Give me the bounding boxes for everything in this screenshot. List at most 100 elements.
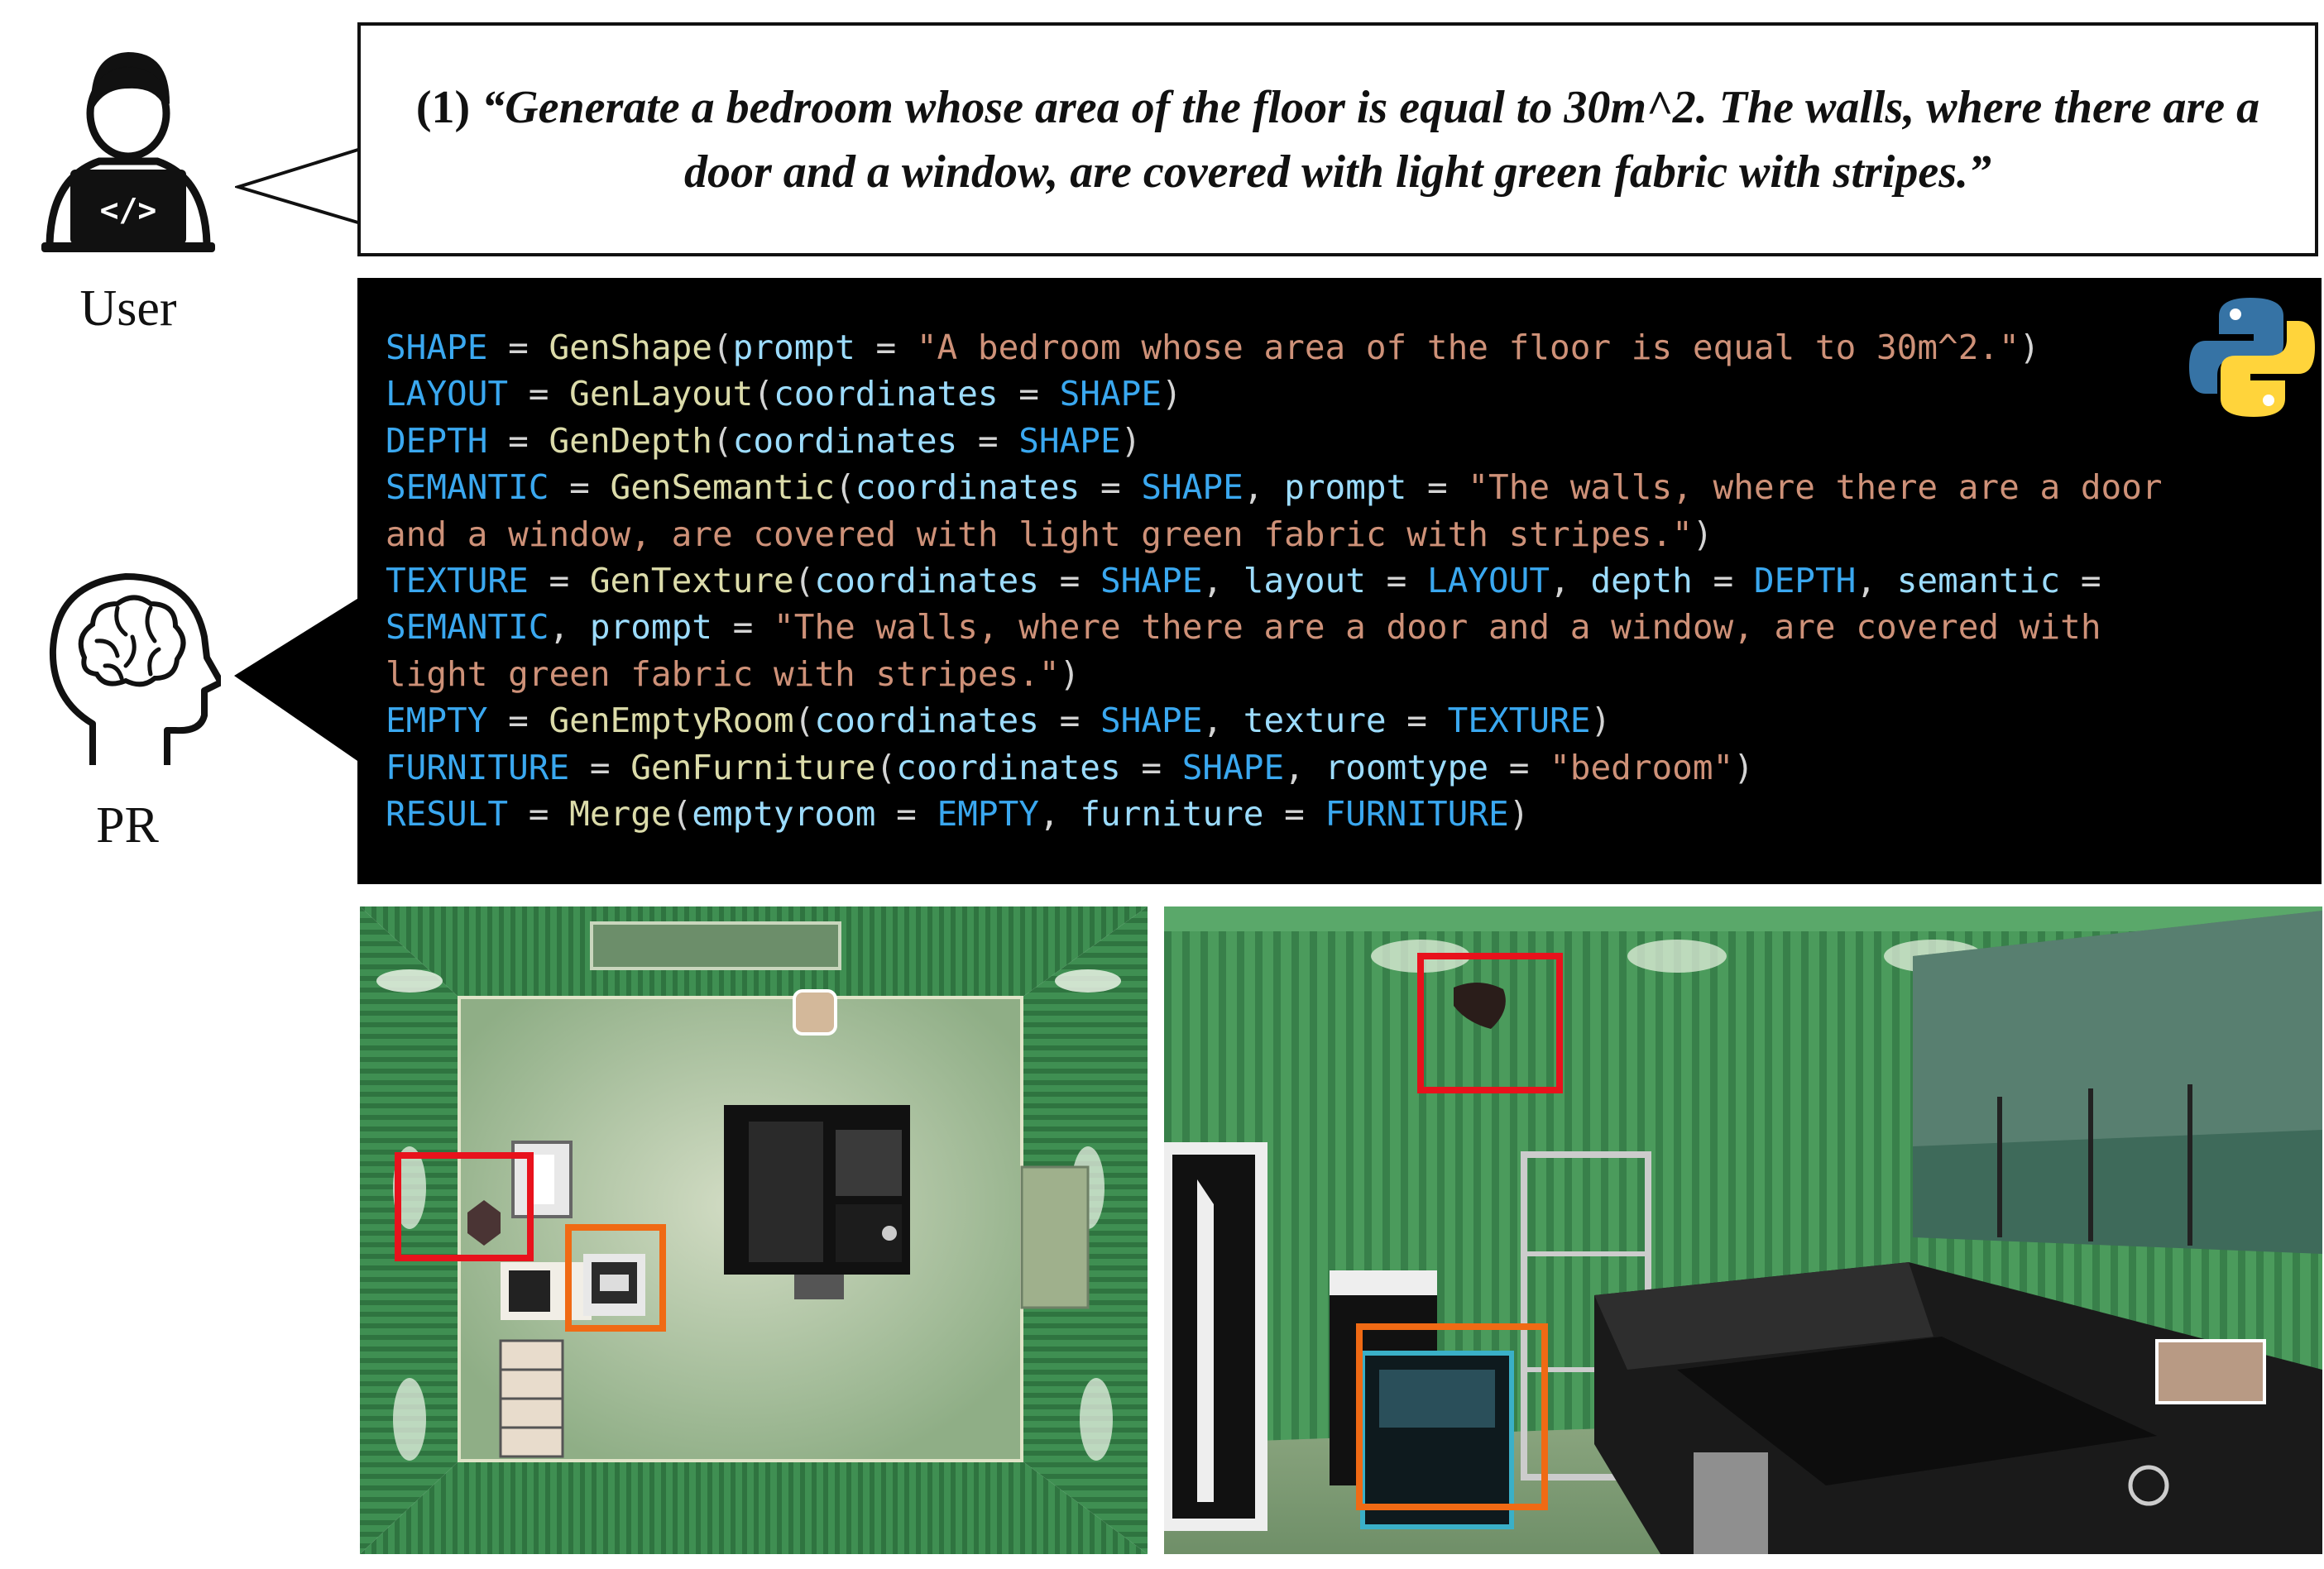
code-token: ) <box>1059 653 1081 694</box>
code-token: Merge <box>569 794 672 835</box>
code-token: = <box>855 328 917 367</box>
code-token: , <box>1856 561 1897 601</box>
code-token: GenFurniture <box>630 747 876 787</box>
code-token: roomtype <box>1325 747 1489 787</box>
code-token: "A bedroom whose area of the floor is eq… <box>916 328 2020 367</box>
code-token: GenLayout <box>569 374 754 414</box>
prompt-text: “Generate a bedroom whose area of the fl… <box>482 81 2260 198</box>
code-token: = <box>1038 561 1100 601</box>
code-token: = <box>712 607 774 648</box>
code-token: ( <box>712 420 733 461</box>
code-token: RESULT <box>386 794 509 835</box>
python-logo-icon <box>2186 291 2318 423</box>
code-token: = <box>549 467 611 508</box>
code-token: = <box>998 374 1060 414</box>
code-token: LAYOUT <box>1426 561 1550 601</box>
highlight-box-orange <box>1356 1323 1548 1510</box>
code-token: semantic <box>1896 561 2061 601</box>
code-token: "bedroom" <box>1550 747 1734 787</box>
code-token: GenEmptyRoom <box>549 701 794 741</box>
pr-bubble-tail <box>234 597 360 763</box>
code-token: = <box>487 328 549 367</box>
code-token: coordinates <box>732 420 958 461</box>
code-token: SEMANTIC <box>386 467 549 508</box>
code-token: = <box>1386 701 1448 741</box>
code-token: ( <box>712 328 733 367</box>
code-token: ) <box>1692 514 1713 554</box>
code-token: layout <box>1243 561 1366 601</box>
user-label: User <box>79 280 177 337</box>
user-prompt-bubble: (1) “Generate a bedroom whose area of th… <box>357 22 2318 256</box>
code-token: TEXTURE <box>386 561 529 601</box>
code-token: EMPTY <box>937 794 1039 835</box>
code-token: = <box>2060 561 2101 601</box>
code-line: SEMANTIC, prompt = "The walls, where the… <box>386 604 2322 650</box>
code-token: , <box>1038 794 1081 835</box>
code-line: DEPTH = GenDepth(coordinates = SHAPE) <box>386 418 2322 464</box>
code-line: TEXTURE = GenTexture(coordinates = SHAPE… <box>386 557 2322 604</box>
code-token: coordinates <box>814 561 1039 601</box>
code-token: GenSemantic <box>610 467 836 508</box>
code-token: SHAPE <box>1100 561 1203 601</box>
code-token: ( <box>753 374 774 414</box>
code-line: light green fabric with stripes.") <box>386 651 2322 697</box>
code-token: ) <box>1508 794 1530 835</box>
code-token: ( <box>793 561 815 601</box>
code-token: TEXTURE <box>1447 701 1591 741</box>
code-token: SHAPE <box>1018 420 1121 461</box>
code-token: texture <box>1243 701 1387 741</box>
code-token: = <box>1120 747 1182 787</box>
code-token: , <box>1550 561 1591 601</box>
top-view-render <box>360 906 1148 1554</box>
code-token: , <box>1243 467 1285 508</box>
code-token: DEPTH <box>1753 561 1857 601</box>
code-token: prompt <box>589 607 712 648</box>
code-token: ) <box>2019 328 2040 367</box>
code-token: ) <box>1733 747 1754 787</box>
code-token: light green fabric with stripes." <box>386 653 1060 694</box>
highlight-box-red <box>395 1152 534 1261</box>
code-token: ) <box>1590 701 1612 741</box>
code-token: DEPTH <box>386 420 488 461</box>
code-token: SHAPE <box>1181 747 1285 787</box>
user-icon: </> <box>33 37 223 256</box>
code-token: coordinates <box>774 374 999 414</box>
code-token: SHAPE <box>1141 467 1243 508</box>
code-token: ) <box>1120 420 1142 461</box>
code-line: FURNITURE = GenFurniture(coordinates = S… <box>386 744 2322 791</box>
code-token: SEMANTIC <box>386 607 549 648</box>
code-token: "The walls, where there are a door <box>1468 467 2163 508</box>
code-token: GenTexture <box>589 561 794 601</box>
code-token: = <box>569 747 631 787</box>
code-token: = <box>957 420 1019 461</box>
code-line: SHAPE = GenShape(prompt = "A bedroom who… <box>386 324 2322 371</box>
code-token: , <box>549 607 590 648</box>
code-token: = <box>1692 561 1754 601</box>
code-line: EMPTY = GenEmptyRoom(coordinates = SHAPE… <box>386 697 2322 744</box>
code-token: ( <box>875 747 897 787</box>
code-token: = <box>1080 467 1142 508</box>
code-line: SEMANTIC = GenSemantic(coordinates = SHA… <box>386 464 2322 510</box>
code-token: emptyroom <box>692 794 876 835</box>
code-token: = <box>487 701 549 741</box>
pr-label: PR <box>96 797 159 854</box>
code-token: LAYOUT <box>386 374 509 414</box>
code-panel: SHAPE = GenShape(prompt = "A bedroom who… <box>357 278 2322 884</box>
code-token: furniture <box>1080 794 1264 835</box>
code-token: = <box>1263 794 1325 835</box>
code-token: = <box>508 794 570 835</box>
code-token: FURNITURE <box>1325 794 1509 835</box>
code-line: and a window, are covered with light gre… <box>386 511 2322 557</box>
code-token: SHAPE <box>1059 374 1162 414</box>
code-token: ( <box>671 794 692 835</box>
code-lines: SHAPE = GenShape(prompt = "A bedroom who… <box>386 324 2322 837</box>
code-token: = <box>1038 701 1100 741</box>
code-token: ( <box>835 467 855 508</box>
brain-head-icon <box>35 558 224 769</box>
code-token: , <box>1202 561 1243 601</box>
code-token: = <box>508 374 570 414</box>
code-token: "The walls, where there are a door and a… <box>774 607 2101 648</box>
code-token: ( <box>793 701 815 741</box>
code-token: = <box>1365 561 1427 601</box>
code-token: FURNITURE <box>386 747 570 787</box>
